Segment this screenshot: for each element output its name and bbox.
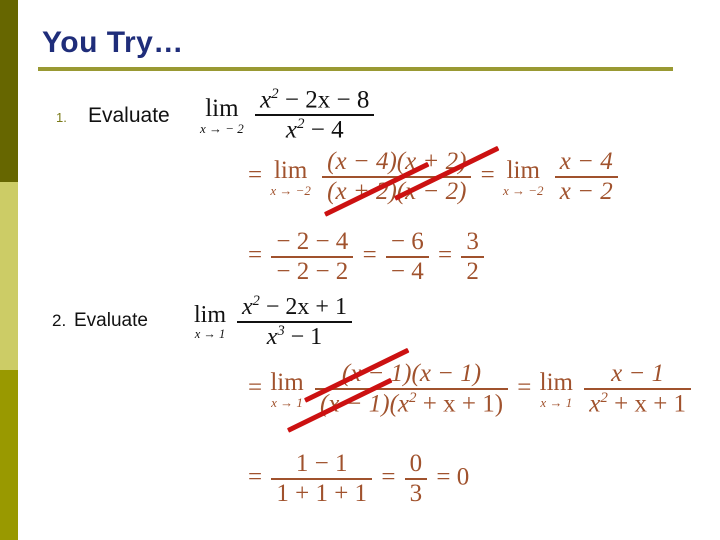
slide-canvas: You Try… 1. Evaluate lim x → − 2 x2 − 2x… [0,0,720,540]
reduced-numerator: x − 1 [611,360,665,387]
lim-operator: lim x → −2 [270,158,311,197]
equals-sign: = [248,373,263,401]
sidebar-bar-top [0,0,18,182]
lim-word: lim [194,302,227,329]
lim-operator: lim x → −2 [503,158,544,197]
problem-2-lim-operator: lim x → 1 [194,303,226,340]
equals-sign: = [438,241,453,269]
lim-operator: lim x → 1 [270,370,303,409]
equals-sign: = [362,241,377,269]
problem-1-fraction: x2 − 2x − 8 x2 − 4 [255,86,375,145]
problem-1-number: 1. [56,110,67,125]
substituted-denominator: − 2 − 2 [271,256,354,286]
final-answer-fraction: 3 2 [461,228,484,286]
problem-2-solution-line-1: = lim x → 1 (x − 1)(x − 1) (x − 1)(x2 + … [248,360,694,418]
evaluated-denominator: − 4 [385,256,429,286]
exponent: 3 [277,322,285,339]
title-underline-rule [38,67,673,71]
problem-1-solution-line-2: = − 2 − 4 − 2 − 2 = − 6 − 4 = 3 2 [248,228,487,286]
equals-sign: = [517,373,532,401]
equals-sign: = [248,463,263,491]
problem-2-fraction: x2 − 2x + 1 x3 − 1 [237,293,352,351]
final-answer-numerator: 3 [466,228,479,255]
problem-2-number: 2. [52,311,67,330]
problem-1-lim-subscript: x → − 2 [200,120,244,136]
problem-1-lim-operator: lim x → − 2 [200,96,244,135]
lim-word: lim [270,368,304,396]
lim-operator: lim x → 1 [540,370,573,409]
problem-2-expression: lim x → 1 x2 − 2x + 1 x3 − 1 [192,293,355,351]
substituted-denominator: 1 + 1 + 1 [271,478,373,508]
reduced-denominator: x2 + x + 1 [584,388,692,418]
lim-subscript: x → 1 [540,394,573,410]
equals-sign: = [480,161,495,189]
page-title: You Try… [42,26,184,59]
substituted-fraction: 1 − 1 1 + 1 + 1 [271,450,373,508]
equals-sign: = [381,463,396,491]
lim-subscript: x → −2 [270,182,311,198]
exponent: 2 [409,390,417,406]
evaluated-denominator: 3 [404,478,428,508]
problem-2-numerator: x2 − 2x + 1 [242,293,347,320]
substituted-numerator: 1 − 1 [295,450,348,477]
reduced-fraction: x − 4 x − 2 [554,148,618,206]
final-answer-denominator: 2 [461,256,484,286]
evaluated-numerator: 0 [409,450,423,477]
problem-1-expression: lim x → − 2 x2 − 2x − 8 x2 − 4 [198,86,377,145]
problem-2-lim-subscript: x → 1 [194,327,226,342]
lim-subscript: x → 1 [271,394,303,410]
reduced-denominator: x − 2 [554,176,618,206]
exponent: 2 [296,116,305,133]
reduced-fraction: x − 1 x2 + x + 1 [584,360,692,418]
problem-1-label: Evaluate [88,104,170,127]
lim-word: lim [506,156,540,184]
reduced-numerator: x − 4 [559,148,613,175]
equals-sign: = [248,161,263,189]
evaluated-fraction: 0 3 [404,450,428,508]
substituted-numerator: − 2 − 4 [276,228,349,255]
sidebar-bar-middle [0,182,18,370]
lim-subscript: x → −2 [503,182,544,198]
sidebar-bar-bottom [0,370,18,540]
final-answer: = 0 [436,463,470,491]
factored-fraction: (x − 1)(x − 1) (x − 1)(x2 + x + 1) [314,360,509,418]
problem-2-denominator: x3 − 1 [237,320,352,351]
substituted-fraction: − 2 − 4 − 2 − 2 [271,228,354,286]
lim-word: lim [273,156,308,184]
evaluated-fraction: − 6 − 4 [385,228,429,286]
lim-word: lim [205,94,239,122]
exponent: 2 [271,86,279,102]
evaluated-numerator: − 6 [390,228,424,255]
problem-2-solution-line-2: = 1 − 1 1 + 1 + 1 = 0 3 = 0 [248,450,469,508]
problem-1-denominator: x2 − 4 [255,114,375,144]
exponent: 2 [600,390,608,406]
problem-2-label: Evaluate [74,310,148,331]
equals-sign: = [248,241,263,269]
exponent: 2 [252,293,260,309]
lim-word: lim [539,368,573,396]
problem-1-numerator: x2 − 2x − 8 [260,86,370,114]
